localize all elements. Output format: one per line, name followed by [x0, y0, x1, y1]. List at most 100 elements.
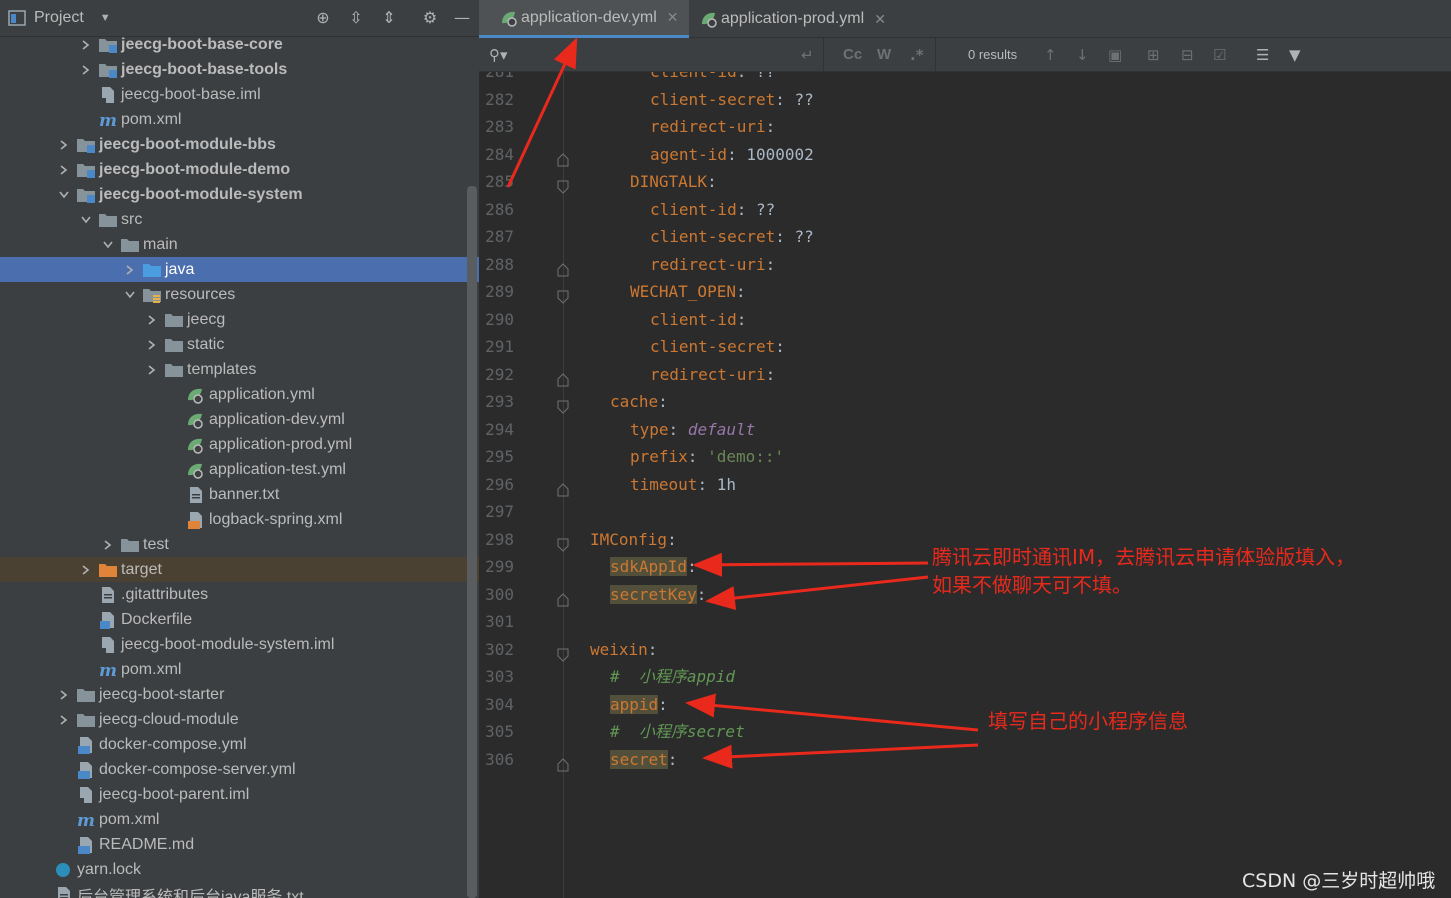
tree-item[interactable]: banner.txt	[0, 482, 479, 507]
code-line[interactable]: 283 redirect-uri:	[479, 113, 1451, 141]
tree-item[interactable]: jeecg-boot-starter	[0, 682, 479, 707]
chevron-right-icon[interactable]	[80, 64, 92, 76]
fold-end-icon[interactable]	[557, 148, 569, 166]
code-line[interactable]: 295 prefix: 'demo::'	[479, 443, 1451, 471]
match-case-button[interactable]: Cc	[843, 46, 862, 64]
close-icon[interactable]: ✕	[667, 9, 679, 26]
fold-start-icon[interactable]	[557, 285, 569, 304]
fold-end-icon[interactable]	[557, 478, 569, 496]
tree-item[interactable]: main	[0, 232, 479, 257]
code-line[interactable]: 288 redirect-uri:	[479, 251, 1451, 279]
code-line[interactable]: 289 WECHAT_OPEN:	[479, 278, 1451, 306]
code-line[interactable]: 302 weixin:	[479, 636, 1451, 664]
whole-words-button[interactable]: W	[877, 46, 891, 64]
locate-icon[interactable]: ⊕	[314, 9, 332, 27]
tree-item[interactable]: 后台管理系统和后台java服务.txt	[0, 882, 479, 898]
chevron-right-icon[interactable]	[58, 714, 70, 726]
chevron-down-icon[interactable]	[58, 189, 70, 201]
fold-start-icon[interactable]	[557, 175, 569, 194]
chevron-right-icon[interactable]	[58, 164, 70, 176]
code-line[interactable]: 304 appid:	[479, 691, 1451, 719]
filter-icon[interactable]: ▼	[1289, 46, 1301, 64]
gear-icon[interactable]: ⚙	[421, 9, 439, 27]
tree-item[interactable]: m pom.xml	[0, 107, 479, 132]
code-line[interactable]: 297	[479, 498, 1451, 526]
tree-item[interactable]: jeecg-boot-base-tools	[0, 57, 479, 82]
select-all-matches-icon[interactable]: ☑	[1213, 46, 1226, 64]
code-line[interactable]: 301	[479, 608, 1451, 636]
tree-item[interactable]: docker-compose.yml	[0, 732, 479, 757]
code-line[interactable]: 287 client-secret: ??	[479, 223, 1451, 251]
tree-item[interactable]: templates	[0, 357, 479, 382]
tree-item[interactable]: static	[0, 332, 479, 357]
chevron-right-icon[interactable]	[58, 139, 70, 151]
code-line[interactable]: 306 secret:	[479, 746, 1451, 774]
tree-item[interactable]: test	[0, 532, 479, 557]
tree-item[interactable]: jeecg-boot-base-core	[0, 32, 479, 57]
tree-item[interactable]: application-prod.yml	[0, 432, 479, 457]
tree-item[interactable]: application-test.yml	[0, 457, 479, 482]
chevron-right-icon[interactable]	[58, 689, 70, 701]
tree-item[interactable]: m pom.xml	[0, 657, 479, 682]
expand-all-icon[interactable]: ⇳	[347, 9, 365, 27]
fold-start-icon[interactable]	[557, 643, 569, 662]
project-view-selector[interactable]: Project ▼	[8, 9, 111, 27]
tree-item[interactable]: README.md	[0, 832, 479, 857]
code-line[interactable]: 296 timeout: 1h	[479, 471, 1451, 499]
code-line[interactable]: 285 DINGTALK:	[479, 168, 1451, 196]
select-all-occurrences-icon[interactable]: ▣	[1108, 46, 1122, 64]
new-line-icon[interactable]: ↵	[801, 46, 814, 64]
tree-item[interactable]: resources	[0, 282, 479, 307]
chevron-right-icon[interactable]	[102, 539, 114, 551]
chevron-right-icon[interactable]	[80, 39, 92, 51]
tree-item[interactable]: jeecg-boot-module-system.iml	[0, 632, 479, 657]
tree-item[interactable]: jeecg-boot-module-system	[0, 182, 479, 207]
chevron-right-icon[interactable]	[146, 314, 158, 326]
tree-item[interactable]: src	[0, 207, 479, 232]
chevron-down-icon[interactable]: ▼	[100, 12, 111, 24]
code-line[interactable]: 303 # 小程序appid	[479, 663, 1451, 691]
chevron-down-icon[interactable]	[124, 289, 136, 301]
code-line[interactable]: 305 # 小程序secret	[479, 718, 1451, 746]
tree-item[interactable]: docker-compose-server.yml	[0, 757, 479, 782]
arrow-up-icon[interactable]: ↑	[1044, 46, 1057, 64]
fold-start-icon[interactable]	[557, 395, 569, 414]
filter-search-results-icon[interactable]: ☰	[1256, 46, 1269, 64]
code-line[interactable]: 282 client-secret: ??	[479, 86, 1451, 114]
tree-item[interactable]: logback-spring.xml	[0, 507, 479, 532]
tree-item[interactable]: jeecg	[0, 307, 479, 332]
tree-item[interactable]: jeecg-boot-module-demo	[0, 157, 479, 182]
code-line[interactable]: 292 redirect-uri:	[479, 361, 1451, 389]
code-line[interactable]: 284 agent-id: 1000002	[479, 141, 1451, 169]
tab-application-prod-yml[interactable]: application-prod.yml ✕	[697, 0, 907, 38]
chevron-down-icon[interactable]	[102, 239, 114, 251]
add-occurrence-icon[interactable]: ⊞	[1147, 46, 1160, 64]
fold-end-icon[interactable]	[557, 258, 569, 276]
fold-end-icon[interactable]	[557, 368, 569, 386]
code-line[interactable]: 281 client-id: ??	[479, 72, 1451, 86]
tree-item[interactable]: jeecg-boot-parent.iml	[0, 782, 479, 807]
arrow-down-icon[interactable]: ↓	[1076, 46, 1089, 64]
hide-panel-icon[interactable]: —	[453, 9, 471, 27]
tab-application-dev-yml[interactable]: application-dev.yml ✕	[479, 0, 689, 38]
tree-item[interactable]: jeecg-boot-base.iml	[0, 82, 479, 107]
chevron-right-icon[interactable]	[146, 364, 158, 376]
fold-end-icon[interactable]	[557, 753, 569, 771]
code-line[interactable]: 293 cache:	[479, 388, 1451, 416]
tree-item[interactable]: application.yml	[0, 382, 479, 407]
tree-item[interactable]: .gitattributes	[0, 582, 479, 607]
remove-occurrence-icon[interactable]: ⊟	[1181, 46, 1194, 64]
code-editor[interactable]: 281 client-id: ?? 282 client-secret: ?? 283 r…	[479, 72, 1451, 898]
collapse-all-icon[interactable]: ⇕	[380, 9, 398, 27]
fold-start-icon[interactable]	[557, 533, 569, 552]
code-line[interactable]: 291 client-secret:	[479, 333, 1451, 361]
chevron-down-icon[interactable]	[80, 214, 92, 226]
chevron-right-icon[interactable]	[146, 339, 158, 351]
tree-item[interactable]: target	[0, 557, 479, 582]
tree-item[interactable]: yarn.lock	[0, 857, 479, 882]
tree-item[interactable]: m pom.xml	[0, 807, 479, 832]
code-line[interactable]: 294 type: default	[479, 416, 1451, 444]
fold-end-icon[interactable]	[557, 588, 569, 606]
code-line[interactable]: 290 client-id:	[479, 306, 1451, 334]
search-icon[interactable]: ⚲▾	[489, 46, 508, 64]
